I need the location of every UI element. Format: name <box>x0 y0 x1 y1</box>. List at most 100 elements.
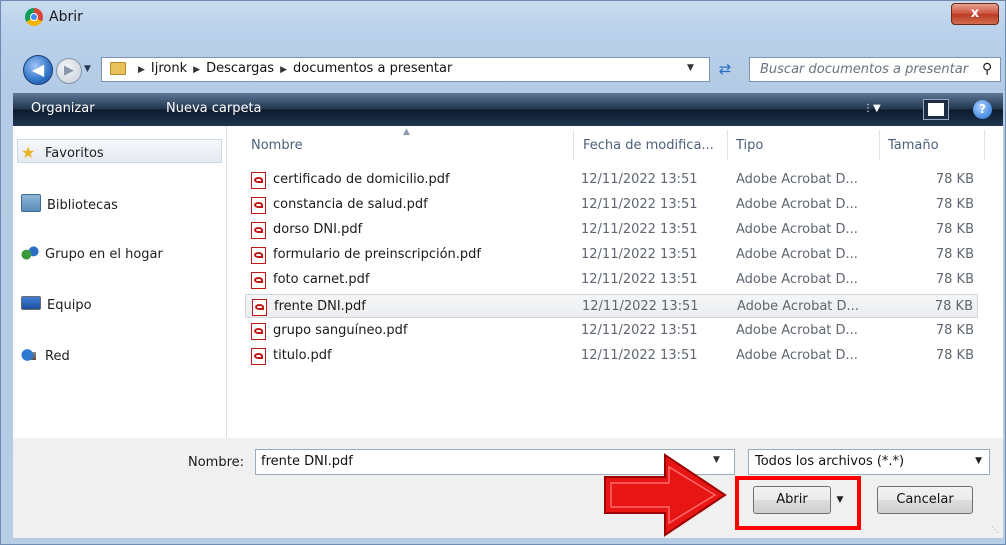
file-size: 78 KB <box>935 197 974 212</box>
star-icon: ★ <box>21 143 36 162</box>
search-input[interactable]: Buscar documentos a presentar ⚲ <box>749 57 1001 82</box>
column-header-date[interactable]: Fecha de modifica... <box>583 138 714 153</box>
preview-pane-icon[interactable] <box>923 99 949 120</box>
file-name: frente DNI.pdf <box>274 299 366 314</box>
file-name: grupo sanguíneo.pdf <box>273 323 408 338</box>
file-date: 12/11/2022 13:51 <box>581 247 698 262</box>
file-date: 12/11/2022 13:51 <box>581 323 698 338</box>
file-type: Adobe Acrobat D... <box>736 172 858 187</box>
pdf-icon <box>251 172 266 189</box>
back-button[interactable]: ◀ <box>23 55 53 85</box>
title-bar[interactable]: Abrir x <box>1 1 1006 35</box>
column-divider[interactable] <box>727 130 728 160</box>
table-row[interactable]: certificado de domicilio.pdf 12/11/2022 … <box>245 168 978 192</box>
file-name: foto carnet.pdf <box>273 272 370 287</box>
address-row: ◀ ▶ ▼ ▶ Ijronk ▶ Descargas ▶ documentos a pre… <box>1 55 1006 85</box>
open-file-dialog: Abrir x ◀ ▶ ▼ ▶ Ijronk ▶ Descargas ▶ document… <box>0 0 1006 545</box>
file-date: 12/11/2022 13:51 <box>582 299 699 314</box>
file-type: Adobe Acrobat D... <box>736 247 858 262</box>
search-icon[interactable]: ⚲ <box>982 61 992 77</box>
recent-locations-dropdown[interactable]: ▼ <box>84 64 91 74</box>
sidebar-item-red[interactable]: Red <box>21 347 70 369</box>
column-divider[interactable] <box>984 130 985 160</box>
column-divider[interactable] <box>879 130 880 160</box>
command-bar: Organizar Nueva carpeta ⋮▼ ? <box>13 93 1003 126</box>
search-placeholder: Buscar documentos a presentar <box>760 62 969 77</box>
forward-button[interactable]: ▶ <box>56 58 82 84</box>
table-row[interactable]: grupo sanguíneo.pdf 12/11/2022 13:51 Ado… <box>245 319 978 343</box>
chevron-down-icon: ▼ <box>975 456 982 466</box>
sort-arrow-icon: ▲ <box>403 127 410 137</box>
column-header-type[interactable]: Tipo <box>736 138 763 153</box>
annotation-highlight-box <box>735 476 861 530</box>
new-folder-button[interactable]: Nueva carpeta <box>166 101 262 116</box>
breadcrumb-item[interactable]: Descargas <box>206 61 274 76</box>
address-dropdown-icon[interactable]: ▼ <box>687 63 694 73</box>
breadcrumb: ▶ Ijronk ▶ Descargas ▶ documentos a presentar <box>132 61 452 76</box>
computer-icon <box>21 296 41 310</box>
sidebar-item-grupo-hogar[interactable]: Grupo en el hogar <box>21 245 163 267</box>
pdf-icon <box>251 247 266 264</box>
file-size: 78 KB <box>935 323 974 338</box>
sidebar-item-label: Red <box>45 349 70 364</box>
table-row[interactable]: dorso DNI.pdf 12/11/2022 13:51 Adobe Acr… <box>245 218 978 242</box>
table-row[interactable]: formulario de preinscripción.pdf 12/11/2… <box>245 243 978 267</box>
file-name: dorso DNI.pdf <box>273 222 363 237</box>
file-type: Adobe Acrobat D... <box>736 323 858 338</box>
file-size: 78 KB <box>935 247 974 262</box>
file-type: Adobe Acrobat D... <box>736 197 858 212</box>
sidebar-item-label: Grupo en el hogar <box>45 247 163 262</box>
library-icon <box>21 194 41 212</box>
sidebar-item-equipo[interactable]: Equipo <box>21 296 92 318</box>
annotation-arrow-icon <box>604 453 727 537</box>
column-divider[interactable] <box>573 130 574 160</box>
file-type-value: Todos los archivos (*.*) <box>755 454 905 469</box>
folder-icon <box>110 62 126 75</box>
refresh-icon[interactable]: ⇄ <box>713 58 737 80</box>
file-date: 12/11/2022 13:51 <box>581 197 698 212</box>
file-size: 78 KB <box>935 348 974 363</box>
breadcrumb-separator-icon: ▶ <box>138 65 145 75</box>
navigation-pane: ★ Favoritos Bibliotecas Grupo en el hogar… <box>13 126 227 438</box>
cancel-button[interactable]: Cancelar <box>877 486 973 514</box>
pdf-icon <box>251 197 266 214</box>
organize-button[interactable]: Organizar <box>31 101 95 116</box>
file-type: Adobe Acrobat D... <box>736 222 858 237</box>
file-type: Adobe Acrobat D... <box>736 272 858 287</box>
breadcrumb-item[interactable]: documentos a presentar <box>293 61 452 76</box>
table-row[interactable]: titulo.pdf 12/11/2022 13:51 Adobe Acroba… <box>245 344 978 368</box>
views-icon[interactable]: ⋮▼ <box>863 103 881 115</box>
sidebar-item-label: Favoritos <box>45 146 104 161</box>
breadcrumb-separator-icon: ▶ <box>280 65 288 75</box>
table-row[interactable]: constancia de salud.pdf 12/11/2022 13:51… <box>245 193 978 217</box>
file-name: formulario de preinscripción.pdf <box>273 247 482 262</box>
window-title: Abrir <box>49 9 83 25</box>
file-list: ▲ Nombre Fecha de modifica... Tipo Tamañ… <box>227 126 1003 438</box>
breadcrumb-item[interactable]: Ijronk <box>151 61 187 76</box>
pdf-icon <box>252 299 267 316</box>
file-date: 12/11/2022 13:51 <box>581 272 698 287</box>
file-type-select[interactable]: Todos los archivos (*.*) ▼ <box>748 449 990 475</box>
table-row-selected[interactable]: frente DNI.pdf 12/11/2022 13:51 Adobe Ac… <box>245 294 978 318</box>
breadcrumb-separator-icon: ▶ <box>193 65 201 75</box>
column-header-name[interactable]: Nombre <box>251 138 303 153</box>
file-type: Adobe Acrobat D... <box>736 348 858 363</box>
pdf-icon <box>251 323 266 340</box>
column-header-size[interactable]: Tamaño <box>888 138 939 153</box>
homegroup-icon <box>21 245 39 261</box>
close-button[interactable]: x <box>951 3 999 25</box>
sidebar-item-label: Equipo <box>47 298 92 313</box>
file-date: 12/11/2022 13:51 <box>581 172 698 187</box>
file-size: 78 KB <box>934 299 973 314</box>
address-bar[interactable]: ▶ Ijronk ▶ Descargas ▶ documentos a presentar… <box>101 57 710 82</box>
sidebar-item-favoritos[interactable]: ★ Favoritos <box>21 143 104 165</box>
table-row[interactable]: foto carnet.pdf 12/11/2022 13:51 Adobe A… <box>245 268 978 292</box>
help-icon[interactable]: ? <box>973 100 992 119</box>
filename-label: Nombre: <box>188 455 245 470</box>
sidebar-item-bibliotecas[interactable]: Bibliotecas <box>21 194 118 216</box>
sidebar-item-label: Bibliotecas <box>47 198 118 213</box>
file-type: Adobe Acrobat D... <box>737 299 859 314</box>
network-icon <box>21 347 39 363</box>
dialog-footer: Nombre: frente DNI.pdf ▼ Todos los archi… <box>13 438 1003 538</box>
resize-grip-icon[interactable]: ⋱ <box>991 525 999 534</box>
